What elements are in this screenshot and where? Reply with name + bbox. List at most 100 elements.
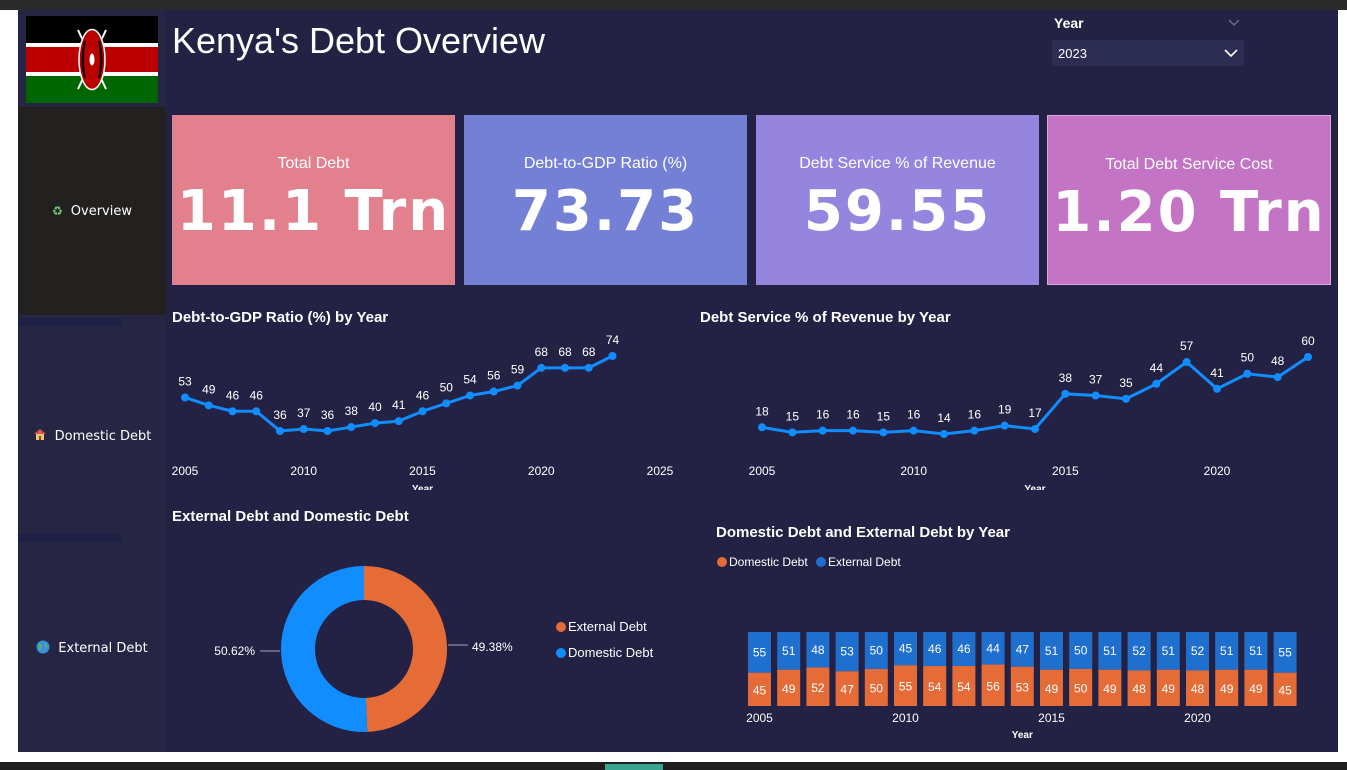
donut-slice [364,566,448,732]
year-slicer-label: Year [1054,15,1084,31]
nav-overview[interactable]: ♻ Overview [18,107,166,315]
x-axis-title: Year [1024,484,1045,490]
report-canvas: ♻ Overview Domestic Debt External Debt K… [18,10,1338,752]
data-label: 46 [226,388,240,402]
bar-data-label: 50 [870,644,884,658]
bar-data-label: 49 [1249,682,1263,696]
bar-data-label: 51 [1220,644,1234,658]
data-point [879,428,888,437]
bar-data-label: 51 [1162,644,1176,658]
bar-data-label: 47 [1016,642,1030,656]
data-point [1000,421,1009,430]
data-label: 68 [535,345,549,359]
data-label: 35 [1119,376,1133,390]
legend-item[interactable]: External Debt [816,555,901,569]
data-point [513,381,522,390]
data-point [418,407,427,416]
legend-label: Domestic Debt [729,555,808,569]
data-point [228,407,237,416]
data-point [1091,391,1100,400]
nav-domestic-debt[interactable]: Domestic Debt [18,330,166,542]
chart-title: External Debt and Domestic Debt [172,508,409,525]
bar-data-label: 51 [782,644,796,658]
debt-to-gdp-line-chart[interactable]: 53 49 46 46 36 37 36 38 40 41 46 50 54 56 59 68 68 68 74 20… [166,330,696,490]
year-slicer-dropdown[interactable]: 2023 [1052,40,1244,66]
data-label: 54 [463,372,477,386]
data-label: 37 [297,406,311,420]
data-label: 15 [786,409,800,423]
chevron-down-icon [1224,46,1238,61]
x-tick-label: 2005 [749,464,776,478]
data-label: 41 [392,398,406,412]
bar-data-label: 50 [1074,644,1088,658]
bar-data-label: 50 [1074,682,1088,696]
legend-item[interactable]: External Debt [556,619,647,634]
data-label: 44 [1150,361,1164,375]
data-label: 41 [1210,366,1224,380]
data-point [584,363,593,372]
data-point [276,427,284,435]
data-label: 38 [1059,371,1073,385]
x-axis-title: Year [1012,730,1033,740]
x-tick-label: 2005 [746,711,773,725]
bar-data-label: 46 [957,642,971,656]
bar-data-label: 48 [1191,682,1205,696]
debt-donut-chart[interactable]: 49.38% 50.62% [166,540,566,740]
data-label: 15 [877,409,891,423]
kpi-card-debt-service-cost[interactable]: Total Debt Service Cost 1.20 Trn [1047,115,1331,285]
legend-dot [816,557,826,567]
data-label: 56 [487,369,501,383]
legend-label: Domestic Debt [568,645,654,660]
window-bottom-bar [0,762,1347,770]
data-point [909,426,918,435]
data-label: 59 [511,363,525,377]
data-label: 16 [846,408,860,422]
data-label: 68 [558,345,572,359]
x-tick-label: 2010 [892,711,919,725]
kpi-card-total-debt[interactable]: Total Debt 11.1 Trn [172,115,455,285]
data-label: 38 [345,404,359,418]
bar-data-label: 52 [1132,644,1146,658]
data-point [252,407,261,416]
sidebar: ♻ Overview Domestic Debt External Debt [18,10,166,752]
bar-data-label: 55 [1278,645,1292,659]
legend-item[interactable]: Domestic Debt [717,555,808,569]
data-label: 68 [582,345,596,359]
kpi-value: 73.73 [511,179,700,244]
bar-data-label: 47 [840,683,854,697]
data-point [1122,394,1130,403]
legend-item[interactable]: Domestic Debt [556,645,653,660]
data-label: 50 [440,380,454,394]
bar-data-label: 56 [986,679,1000,693]
nav-external-debt[interactable]: External Debt [18,544,166,752]
chart-title: Debt Service % of Revenue by Year [700,309,951,326]
year-slicer-value: 2023 [1058,45,1087,61]
chart-title: Debt-to-GDP Ratio (%) by Year [172,309,389,326]
kpi-value: 1.20 Trn [1052,180,1326,245]
data-label: 40 [368,400,382,414]
sidebar-divider [18,534,122,542]
data-label: 16 [816,408,830,422]
data-point [1182,358,1191,367]
chevron-down-icon[interactable] [1228,16,1240,30]
data-label: 49 [202,382,216,396]
debt-service-line-chart[interactable]: 18 15 16 16 15 16 14 16 19 17 38 37 35 44 57 41 50 48 60 20… [698,330,1318,490]
legend-dot [556,621,566,632]
bar-data-label: 52 [1191,644,1205,658]
data-point [204,401,213,410]
bar-data-label: 53 [840,645,854,659]
kpi-label: Total Debt [277,155,350,172]
bar-data-label: 46 [928,642,942,656]
kpi-label: Debt Service % of Revenue [799,155,996,172]
data-label: 74 [606,333,620,347]
data-point [347,423,356,432]
x-tick-label: 2010 [900,464,927,478]
x-tick-label: 2015 [409,464,436,478]
kpi-card-debt-service-revenue[interactable]: Debt Service % of Revenue 59.55 [756,115,1039,285]
kpi-card-debt-to-gdp[interactable]: Debt-to-GDP Ratio (%) 73.73 [464,115,747,285]
data-label: 46 [250,388,264,402]
bar-data-label: 54 [957,680,971,694]
nav-overview-label: Overview [70,203,132,219]
domestic-external-stacked-bar-chart[interactable]: 55 45 51 49 48 52 53 47 50 50 45 55 46 54 46 54 44 56 47 53… [738,610,1318,740]
legend-label: External Debt [828,555,901,569]
